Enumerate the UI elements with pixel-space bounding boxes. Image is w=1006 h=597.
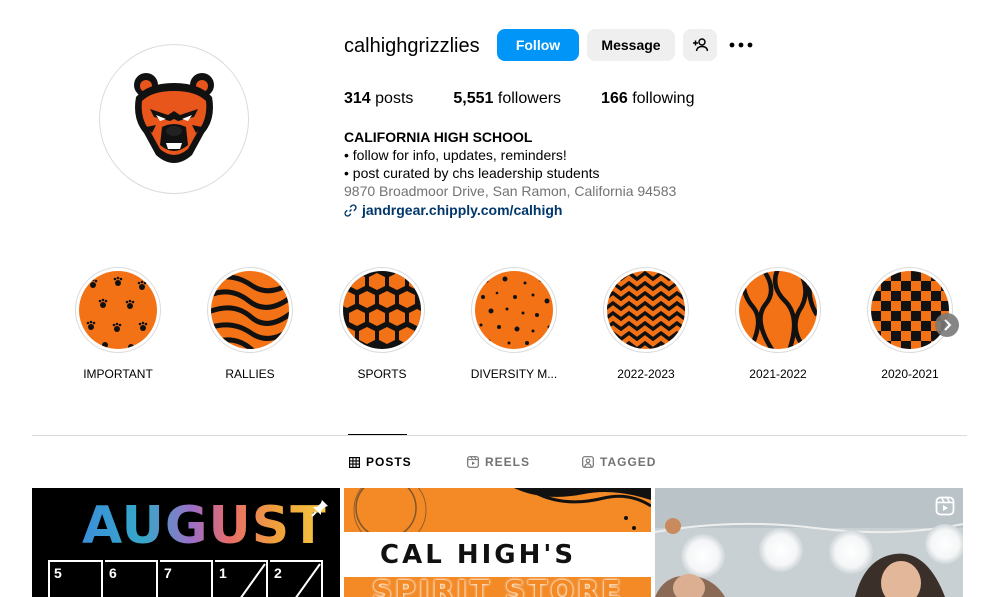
- reel-thumbnail-image: [655, 488, 963, 597]
- followers-count[interactable]: 5,551 followers: [453, 90, 561, 108]
- tiger-pattern-cover: [739, 271, 817, 349]
- highlight-label: 2022-2023: [617, 367, 675, 381]
- dots-pattern-cover: [475, 271, 553, 349]
- post-title: AUGUST: [82, 496, 327, 556]
- highlight-2021-2022[interactable]: 2021-2022: [733, 267, 823, 381]
- grid-icon: [349, 456, 360, 468]
- highlight-diversity[interactable]: DIVERSITY M...: [469, 267, 559, 381]
- calendar-day: 7: [164, 565, 172, 581]
- tab-reels[interactable]: REELS: [467, 455, 530, 469]
- add-person-icon: [693, 38, 708, 52]
- profile-link[interactable]: jandrgear.chipply.com/calhigh: [344, 201, 676, 219]
- highlight-important[interactable]: IMPORTANT: [73, 267, 163, 381]
- bio-line: • follow for info, updates, reminders!: [344, 147, 567, 163]
- profile-bio: CALIFORNIA HIGH SCHOOL • follow for info…: [344, 128, 676, 219]
- hexagon-pattern-cover: [343, 271, 421, 349]
- profile-address: 9870 Broadmoor Drive, San Ramon, Califor…: [344, 183, 677, 199]
- profile-display-name: CALIFORNIA HIGH SCHOOL: [344, 129, 533, 145]
- highlights-next-button[interactable]: [935, 313, 959, 337]
- highlight-label: SPORTS: [357, 367, 407, 381]
- reel-indicator-icon: [935, 496, 955, 521]
- reels-icon: [467, 456, 479, 468]
- profile-avatar[interactable]: [99, 44, 249, 194]
- tab-tagged[interactable]: TAGGED: [582, 455, 656, 469]
- highlight-label: IMPORTANT: [83, 367, 153, 381]
- bear-logo: [134, 73, 214, 163]
- chevron-pattern-cover: [607, 271, 685, 349]
- highlight-label: DIVERSITY M...: [470, 367, 558, 381]
- highlight-2022-2023[interactable]: 2022-2023: [601, 267, 691, 381]
- highlight-label: 2021-2022: [749, 367, 807, 381]
- chevron-right-icon: [944, 319, 952, 331]
- highlight-sports[interactable]: SPORTS: [337, 267, 427, 381]
- highlight-rallies[interactable]: RALLIES: [205, 267, 295, 381]
- stripes-pattern-cover: [211, 271, 289, 349]
- calendar-day: 5: [54, 565, 62, 581]
- tab-posts[interactable]: POSTS: [349, 455, 412, 469]
- calendar-day: 6: [109, 565, 117, 581]
- active-tab-indicator: [348, 434, 407, 435]
- post-subtitle: SPIRIT STORE: [372, 574, 624, 597]
- more-dots-icon: [729, 42, 753, 48]
- bio-line: • post curated by chs leadership student…: [344, 165, 600, 181]
- highlight-label: 2020-2021: [881, 367, 939, 381]
- link-icon: [344, 203, 357, 217]
- post-reel-mirror[interactable]: [655, 488, 963, 597]
- follow-button[interactable]: Follow: [497, 29, 579, 61]
- highlight-label: RALLIES: [225, 367, 275, 381]
- profile-tabs: POSTS REELS TAGGED: [0, 455, 1006, 471]
- story-highlights: IMPORTANT RALLIES SPORTS DIVERSITY M... …: [75, 267, 965, 387]
- post-august-calendar[interactable]: AUGUST 5 6 7 1 2: [32, 488, 340, 597]
- suggested-accounts-button[interactable]: [683, 29, 717, 61]
- more-options-button[interactable]: [725, 29, 757, 61]
- pinned-icon: [310, 498, 330, 523]
- calendar-grid: 5 6 7 1 2: [48, 560, 326, 597]
- post-title: CAL HIGH'S: [380, 540, 577, 570]
- post-spirit-store[interactable]: CAL HIGH'S SPIRIT STORE: [344, 488, 651, 597]
- strike-slash: [295, 563, 321, 597]
- strike-slash: [240, 563, 266, 597]
- paw-pattern-cover: [79, 271, 157, 349]
- following-count[interactable]: 166 following: [601, 90, 694, 108]
- message-button[interactable]: Message: [587, 29, 675, 61]
- tagged-icon: [582, 456, 594, 468]
- posts-count: 314 posts: [344, 90, 414, 107]
- checkers-pattern-cover: [871, 271, 949, 349]
- profile-username: calhighgrizzlies: [344, 35, 480, 57]
- tabs-divider: [32, 435, 967, 436]
- profile-stats: 314 posts 5,551 followers 166 following: [344, 90, 734, 108]
